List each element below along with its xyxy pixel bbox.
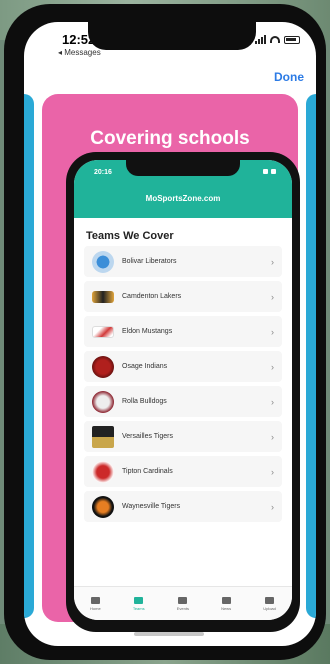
outer-phone-frame: 12:52 ◂ Messages Done Covering schools a…	[4, 4, 326, 660]
team-row-osage[interactable]: Osage Indians ›	[84, 351, 282, 382]
teams-heading: Teams We Cover	[86, 230, 174, 242]
tab-teams[interactable]: Teams	[132, 596, 145, 611]
versailles-logo-icon	[92, 425, 114, 448]
status-icons	[255, 35, 300, 44]
waynesville-logo-icon	[92, 495, 114, 518]
tab-home[interactable]: Home	[90, 596, 101, 611]
inner-status-time: 20:16	[94, 169, 112, 176]
tipton-logo-icon	[92, 460, 114, 483]
team-list: Bolivar Liberators › Camdenton Lakers › …	[84, 246, 282, 526]
team-row-versailles[interactable]: Versailles Tigers ›	[84, 421, 282, 452]
done-button[interactable]: Done	[274, 70, 304, 84]
tab-label: Home	[90, 605, 101, 611]
news-icon	[221, 596, 231, 604]
chevron-right-icon: ›	[271, 361, 274, 372]
team-name: Eldon Mustangs	[122, 328, 173, 335]
tab-label: News	[221, 605, 232, 611]
events-icon	[178, 596, 188, 604]
phone-notch	[88, 22, 256, 50]
inner-phone-notch	[126, 160, 240, 176]
team-name: Tipton Cardinals	[122, 468, 173, 475]
battery-icon	[284, 35, 300, 44]
inner-phone-screen: 20:16 MoSportsZone.com Teams We Cover Bo…	[74, 160, 292, 620]
wifi-icon	[270, 36, 280, 43]
team-row-eldon[interactable]: Eldon Mustangs ›	[84, 316, 282, 347]
chevron-right-icon: ›	[271, 291, 274, 302]
tab-upload[interactable]: Upload	[263, 596, 276, 611]
previous-card-peek[interactable]	[24, 94, 34, 618]
team-name: Osage Indians	[122, 363, 168, 370]
chevron-right-icon: ›	[271, 326, 274, 337]
outer-phone-screen: 12:52 ◂ Messages Done Covering schools a…	[24, 22, 316, 646]
team-name: Camdenton Lakers	[122, 293, 182, 300]
tab-events[interactable]: Events	[176, 596, 189, 611]
chevron-right-icon: ›	[271, 501, 274, 512]
inner-status-icons	[263, 169, 276, 174]
chevron-right-icon: ›	[271, 431, 274, 442]
chevron-right-icon: ›	[271, 396, 274, 407]
team-name: Rolla Bulldogs	[122, 398, 167, 405]
team-row-rolla[interactable]: Rolla Bulldogs ›	[84, 386, 282, 417]
signal-icon	[255, 35, 266, 44]
back-to-messages-link[interactable]: ◂ Messages	[58, 48, 101, 57]
tab-label: Upload	[263, 605, 276, 611]
team-name: Waynesville Tigers	[122, 503, 181, 510]
chevron-right-icon: ›	[271, 256, 274, 267]
eldon-logo-icon	[92, 325, 114, 338]
tab-label: Teams	[132, 605, 145, 611]
team-row-camdenton[interactable]: Camdenton Lakers ›	[84, 281, 282, 312]
tab-label: Events	[176, 605, 189, 611]
home-indicator[interactable]	[134, 632, 204, 636]
upload-icon	[265, 596, 275, 604]
team-name: Bolivar Liberators	[122, 258, 177, 265]
team-row-tipton[interactable]: Tipton Cardinals ›	[84, 456, 282, 487]
inner-tab-bar: Home Teams Events News Upload	[74, 586, 292, 620]
promo-title-line-1: Covering schools	[90, 128, 250, 149]
inner-phone-frame: 20:16 MoSportsZone.com Teams We Cover Bo…	[66, 152, 300, 632]
osage-logo-icon	[92, 355, 114, 378]
bolivar-logo-icon	[92, 250, 114, 273]
teams-icon	[134, 596, 144, 604]
team-row-bolivar[interactable]: Bolivar Liberators ›	[84, 246, 282, 277]
next-card-peek[interactable]	[306, 94, 316, 618]
tab-news[interactable]: News	[221, 596, 232, 611]
rolla-logo-icon	[92, 390, 114, 413]
inner-app-title: MoSportsZone.com	[145, 194, 221, 203]
home-icon	[90, 596, 100, 604]
team-row-waynesville[interactable]: Waynesville Tigers ›	[84, 491, 282, 522]
team-name: Versailles Tigers	[122, 433, 173, 440]
camdenton-logo-icon	[92, 290, 114, 303]
chevron-right-icon: ›	[271, 466, 274, 477]
